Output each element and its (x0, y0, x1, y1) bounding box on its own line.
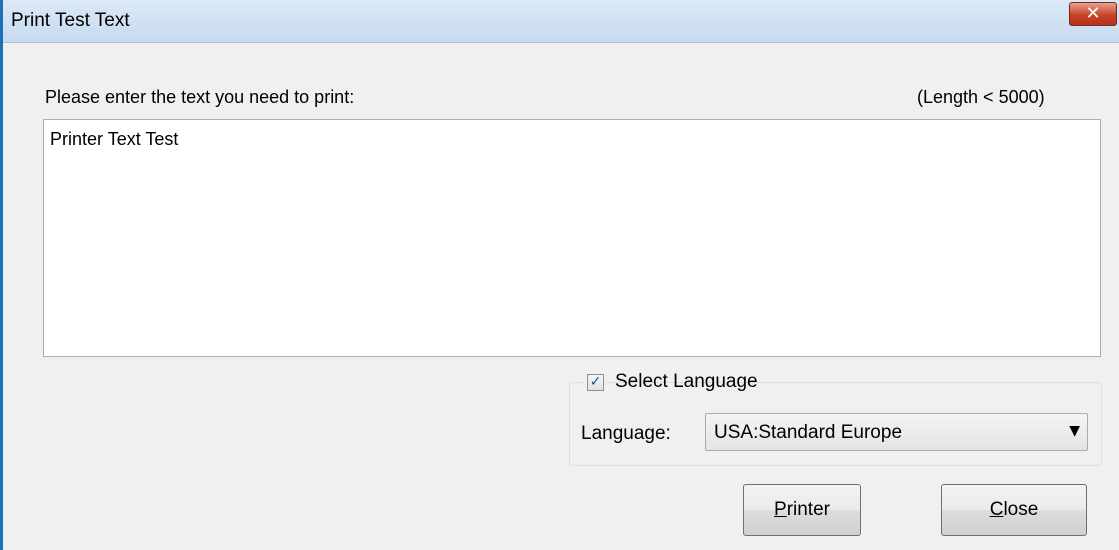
length-limit-note: (Length < 5000) (917, 87, 1045, 107)
close-button-label: lose (1003, 499, 1039, 520)
window-close-button[interactable]: ✕ (1069, 2, 1117, 26)
language-select[interactable]: USA:Standard Europe ▼ (705, 413, 1088, 451)
language-label: Language: (581, 423, 671, 444)
select-language-toggle[interactable]: ✓ Select Language (583, 370, 758, 396)
select-language-label[interactable]: Select Language (615, 371, 758, 393)
close-button-mnemonic: C (989, 499, 1004, 520)
print-test-text-dialog: Print Test Text ✕ Please enter the text … (0, 0, 1119, 550)
window-title: Print Test Text (11, 10, 130, 31)
select-language-checkbox[interactable]: ✓ (587, 374, 604, 391)
close-button[interactable]: Close (941, 484, 1087, 536)
checkmark-icon: ✓ (589, 374, 602, 390)
printer-button[interactable]: Printer (743, 484, 861, 536)
chevron-down-icon: ▼ (1069, 423, 1080, 439)
print-text-input[interactable]: Printer Text Test (43, 119, 1101, 357)
language-select-value: USA:Standard Europe (714, 422, 903, 443)
title-bar[interactable]: Print Test Text ✕ (3, 0, 1119, 43)
text-prompt-label: Please enter the text you need to print: (45, 87, 355, 107)
close-icon: ✕ (1085, 3, 1101, 24)
printer-button-label: rinter (786, 499, 830, 520)
printer-button-mnemonic: P (774, 499, 787, 520)
